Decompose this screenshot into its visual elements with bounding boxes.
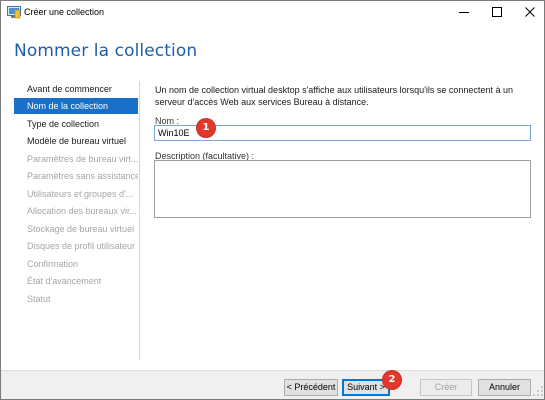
- maximize-icon: [491, 7, 502, 17]
- close-button[interactable]: [513, 1, 544, 23]
- wizard-window: Créer une collection Nommer la collectio…: [0, 0, 545, 400]
- nav-item-stockage-de-bureau: Stockage de bureau virtuel: [27, 224, 135, 234]
- nav-item-utilisateurs-et-groupes: Utilisateurs et groupes d'...: [27, 189, 134, 199]
- nav-item-etat-avancement: État d'avancement: [27, 276, 102, 286]
- wizard-nav: Avant de commencer Nom de la collection …: [14, 81, 138, 361]
- nav-item-parametres-bureau-virtuel: Paramètres de bureau virt...: [27, 154, 138, 164]
- annotation-badge-2: 2: [383, 371, 401, 389]
- minimize-icon: [458, 12, 469, 13]
- nav-item-modele-de-bureau-virtuel[interactable]: Modèle de bureau virtuel: [14, 133, 138, 149]
- nav-item-disques-de-profil: Disques de profil utilisateur: [27, 241, 136, 251]
- nav-item-confirmation: Confirmation: [27, 259, 79, 269]
- title-bar[interactable]: Créer une collection: [1, 1, 544, 25]
- cancel-button[interactable]: Annuler: [478, 379, 531, 396]
- resize-grip-icon[interactable]: [531, 384, 544, 397]
- close-icon: [524, 7, 535, 17]
- nav-item-parametres-sans-assistance: Paramètres sans assistance: [27, 171, 138, 181]
- server-manager-icon: [7, 6, 21, 19]
- window-title: Créer une collection: [24, 7, 105, 17]
- nav-divider: [139, 81, 140, 360]
- nav-item-avant-de-commencer[interactable]: Avant de commencer: [14, 81, 138, 97]
- description-textarea[interactable]: [154, 160, 531, 218]
- nav-item-allocation-des-bureaux: Allocation des bureaux vir...: [27, 206, 138, 216]
- nav-item-type-de-collection[interactable]: Type de collection: [14, 116, 138, 132]
- nav-item-statut: Statut: [27, 294, 51, 304]
- minimize-button[interactable]: [447, 1, 480, 23]
- nav-item-nom-de-la-collection[interactable]: Nom de la collection: [14, 98, 138, 114]
- create-button: Créer: [420, 379, 472, 396]
- page-title: Nommer la collection: [14, 41, 198, 61]
- annotation-badge-1: 1: [197, 119, 215, 137]
- intro-text: Un nom de collection virtual desktop s'a…: [155, 85, 513, 107]
- previous-button[interactable]: < Précédent: [284, 379, 338, 396]
- maximize-button[interactable]: [480, 1, 513, 23]
